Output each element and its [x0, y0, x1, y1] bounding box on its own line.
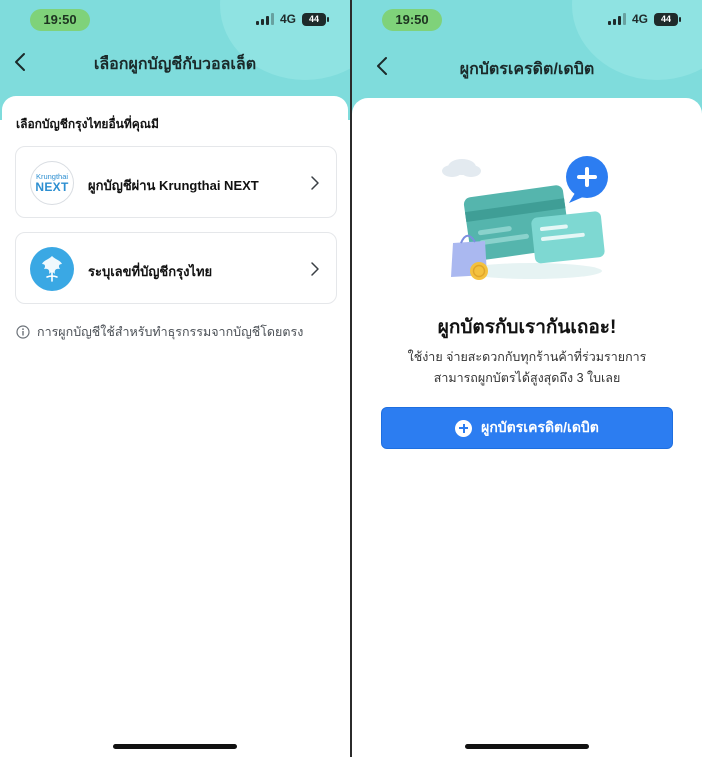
- status-indicators: 4G 44: [255, 12, 329, 26]
- krungthai-next-logo-icon: Krungthai NEXT: [30, 161, 74, 205]
- right-screen: 19:50 4G 44 ผูกบัตรเครดิต/เดบิต ผูกบัตรก…: [352, 0, 702, 757]
- signal-icon: [255, 13, 274, 25]
- content-sheet: เลือกบัญชีกรุงไทยอื่นที่คุณมี Krungthai …: [2, 96, 348, 757]
- signal-icon: [607, 13, 626, 25]
- promo-description-line-1: ใช้ง่าย จ่ายสะดวกกับทุกร้านค้าที่ร่วมราย…: [407, 350, 647, 364]
- left-screen: 19:50 4G 44 เลือกผูกบัญชีกับวอลเล็ต เลือ…: [0, 0, 350, 757]
- network-label: 4G: [631, 12, 648, 26]
- home-indicator[interactable]: [465, 744, 589, 749]
- content-sheet: ผูกบัตรกับเรากันเถอะ! ใช้ง่าย จ่ายสะดวกก…: [352, 98, 702, 757]
- plus-circle-icon: [455, 419, 473, 437]
- promo-description-line-2: สามารถผูกบัตรได้สูงสุดถึง 3 ใบเลย: [433, 371, 621, 385]
- krungthai-bank-logo-icon: [30, 247, 74, 291]
- add-card-button-label: ผูกบัตรเครดิต/เดบิต: [481, 419, 599, 435]
- chevron-right-icon: [311, 176, 319, 190]
- option-label: ระบุเลขที่บัญชีกรุงไทย: [88, 264, 213, 279]
- add-card-illustration-icon: [442, 156, 608, 280]
- page-title: เลือกผูกบัญชีกับวอลเล็ต: [93, 56, 257, 73]
- chevron-right-icon: [311, 262, 319, 276]
- home-indicator[interactable]: [113, 744, 237, 749]
- info-note: การผูกบัญชีใช้สำหรับทำธุรกรรมจากบัญชีโดย…: [16, 322, 303, 342]
- status-time: 19:50: [382, 9, 442, 31]
- back-arrow-icon[interactable]: [10, 51, 32, 73]
- status-indicators: 4G 44: [607, 12, 681, 26]
- section-title: เลือกบัญชีกรุงไทยอื่นที่คุณมี: [16, 117, 159, 131]
- option-krungthai-next[interactable]: Krungthai NEXT ผูกบัญชีผ่าน Krungthai NE…: [15, 146, 337, 218]
- info-text: การผูกบัญชีใช้สำหรับทำธุรกรรมจากบัญชีโดย…: [37, 325, 304, 339]
- battery-icon: 44: [302, 12, 329, 26]
- add-card-button[interactable]: ผูกบัตรเครดิต/เดบิต: [381, 407, 673, 449]
- promo-title: ผูกบัตรกับเรากันเถอะ!: [437, 317, 617, 338]
- network-label: 4G: [279, 12, 296, 26]
- back-arrow-icon[interactable]: [372, 55, 394, 77]
- option-account-number[interactable]: ระบุเลขที่บัญชีกรุงไทย: [15, 232, 337, 304]
- battery-icon: 44: [654, 12, 681, 26]
- page-title: ผูกบัตรเครดิต/เดบิต: [459, 61, 595, 78]
- option-label: ผูกบัญชีผ่าน Krungthai NEXT: [88, 178, 259, 193]
- status-time: 19:50: [30, 9, 90, 31]
- info-icon: [16, 325, 30, 339]
